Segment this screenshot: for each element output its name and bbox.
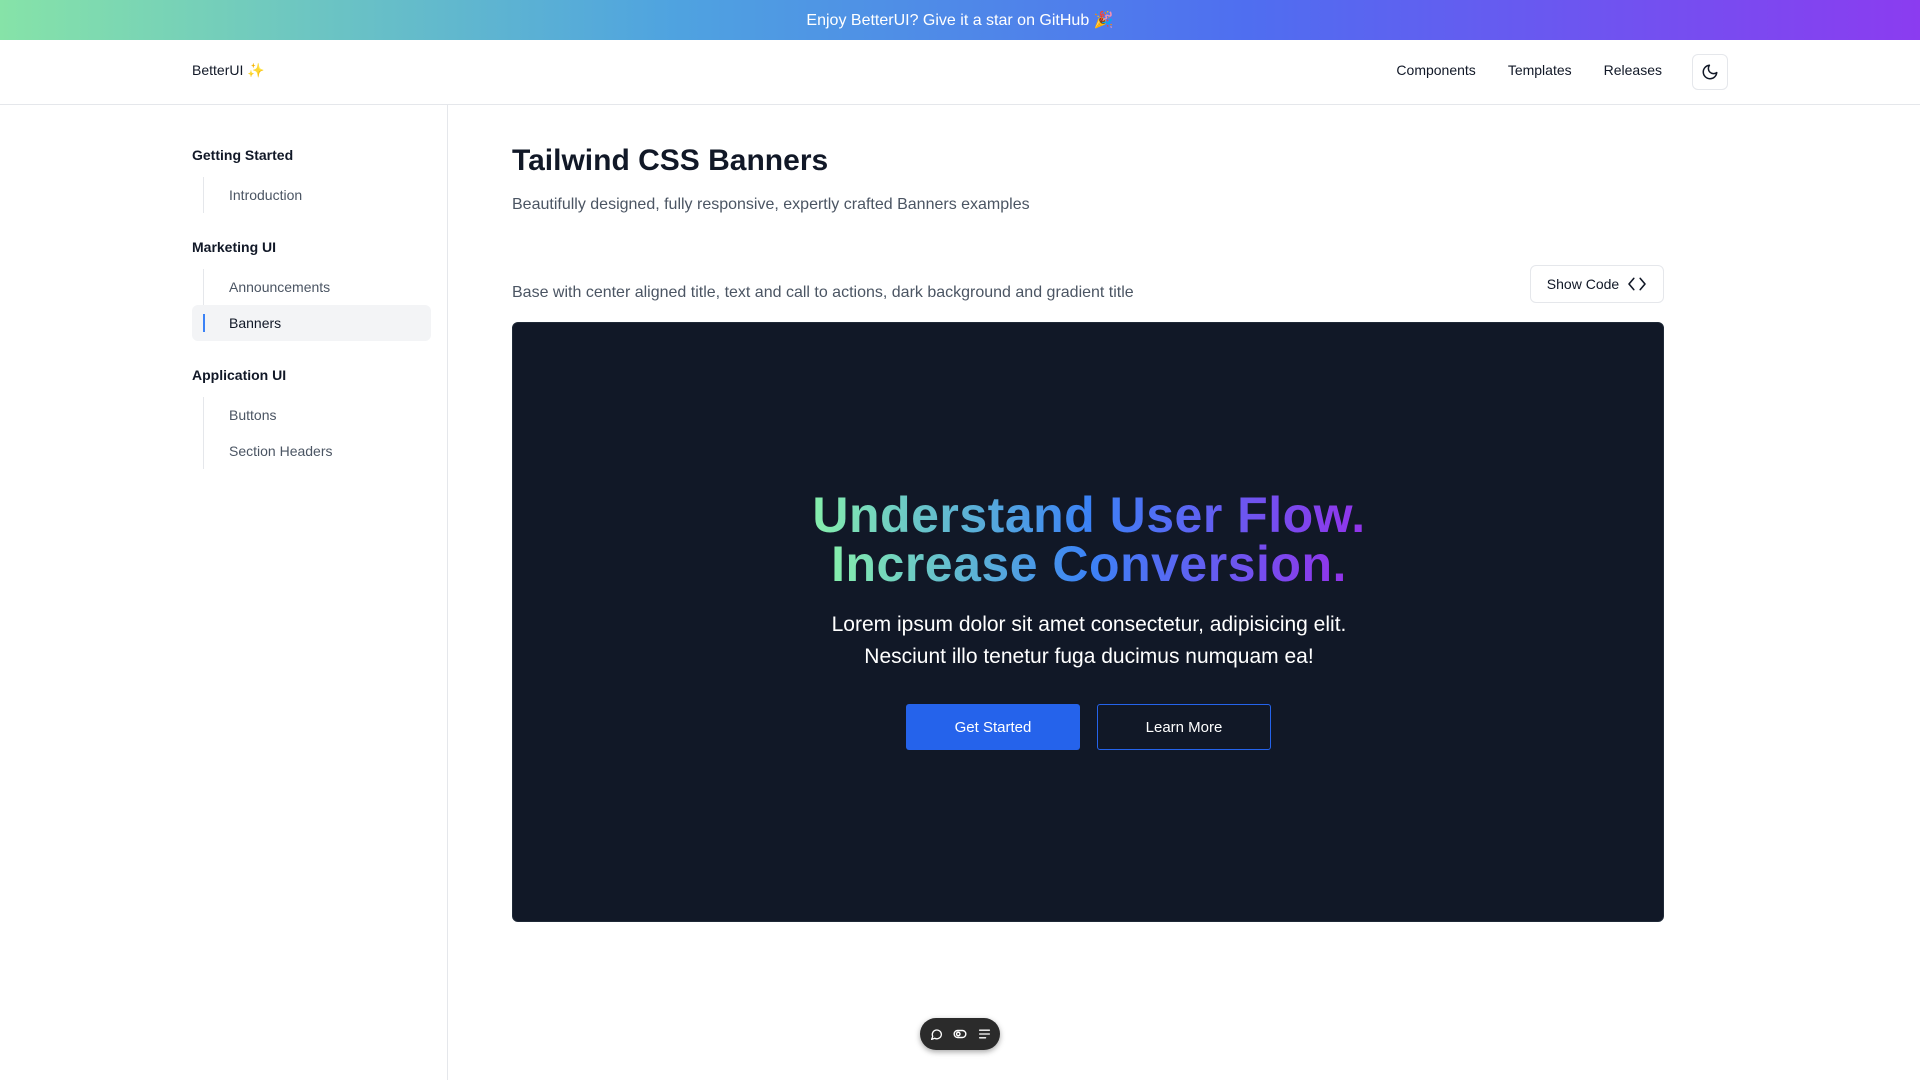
banner-preview: Understand User Flow. Increase Conversio… [512,322,1664,922]
banner-headline-line1: Understand User Flow. [812,487,1366,543]
promo-text: Enjoy BetterUI? Give it a star on GitHub… [806,12,1114,29]
banner-body-line1: Lorem ipsum dolor sit amet consectetur, … [831,613,1347,636]
promo-banner[interactable]: Enjoy BetterUI? Give it a star on GitHub… [0,0,1920,40]
sidebar-list: Announcements Banners [192,269,431,341]
page-title: Tailwind CSS Banners [512,144,829,177]
sidebar-list: Buttons Section Headers [192,397,431,469]
brand-logo[interactable]: BetterUI ✨ [192,62,265,79]
sidebar-list: Introduction [192,177,431,213]
toggle-icon[interactable] [953,1027,967,1041]
banner-headline: Understand User Flow. Increase Conversio… [513,490,1665,592]
comment-icon[interactable] [929,1027,943,1041]
nav-link-templates[interactable]: Templates [1508,62,1572,78]
learn-more-button[interactable]: Learn More [1097,704,1271,750]
sidebar-group-title: Getting Started [192,147,294,163]
show-code-button[interactable]: Show Code [1530,265,1664,303]
banner-body: Lorem ipsum dolor sit amet consectetur, … [513,609,1665,673]
sidebar-item-buttons[interactable]: Buttons [192,397,431,433]
sidebar-group-title: Application UI [192,367,287,383]
menu-icon[interactable] [977,1027,991,1041]
get-started-button[interactable]: Get Started [906,704,1080,750]
sidebar-item-announcements[interactable]: Announcements [192,269,431,305]
code-brackets-icon [1628,277,1646,291]
page-subtitle: Beautifully designed, fully responsive, … [512,196,1030,213]
floating-toolbar [920,1018,1000,1050]
sidebar-item-introduction[interactable]: Introduction [192,177,431,213]
banner-body-line2: Nesciunt illo tenetur fuga ducimus numqu… [864,645,1314,668]
sidebar-item-section-headers[interactable]: Section Headers [192,433,431,469]
theme-toggle-button[interactable] [1692,54,1728,90]
banner-headline-line2: Increase Conversion. [831,536,1347,592]
show-code-label: Show Code [1546,276,1620,292]
nav-link-components[interactable]: Components [1396,62,1475,78]
moon-icon [1702,64,1718,80]
sidebar-group-title: Marketing UI [192,239,277,255]
sidebar-item-banners[interactable]: Banners [192,305,431,341]
example-description: Base with center aligned title, text and… [512,284,1134,301]
nav-links: Components Templates Releases [1396,62,1662,78]
nav-link-releases[interactable]: Releases [1604,62,1662,78]
sidebar: Getting Started Introduction Marketing U… [0,105,448,1080]
top-navigation: BetterUI ✨ Components Templates Releases [0,40,1920,105]
